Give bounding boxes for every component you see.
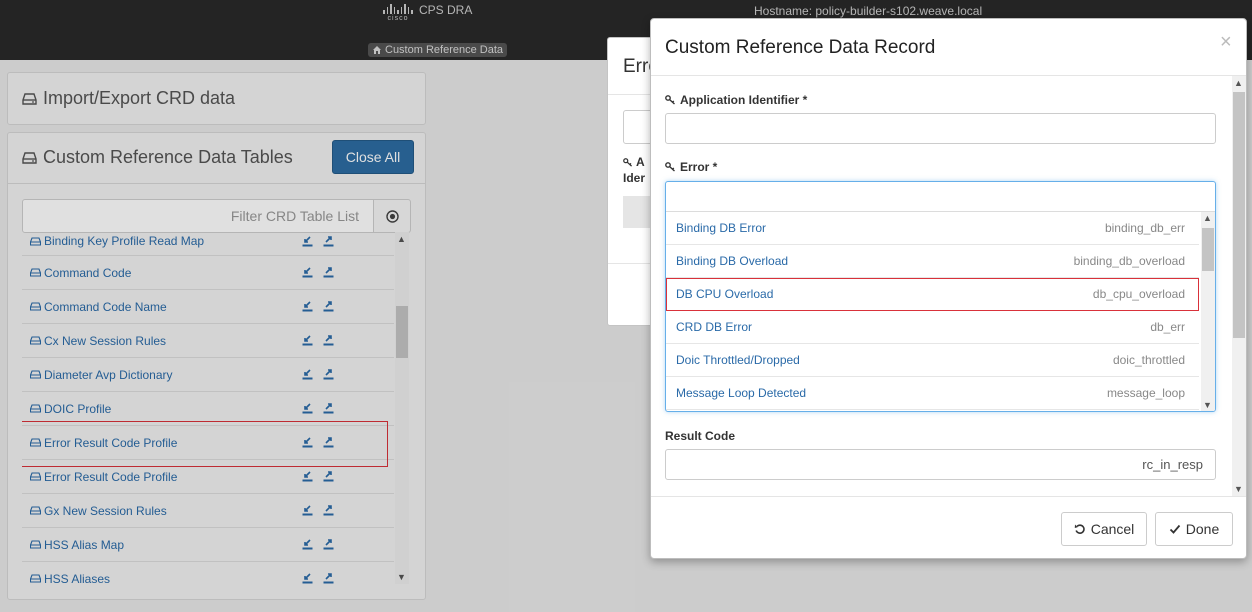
crd-record-modal: Custom Reference Data Record × Applicati… (650, 18, 1247, 559)
cancel-button[interactable]: Cancel (1061, 512, 1147, 546)
checkmark-icon (1169, 524, 1180, 534)
error-options-list: Binding DB Error binding_db_err Binding D… (666, 212, 1199, 410)
dropdown-option-highlighted[interactable]: DB CPU Overload db_cpu_overload (666, 278, 1199, 311)
dropdown-option[interactable]: CRD DB Error db_err (666, 311, 1199, 344)
scroll-up-icon[interactable]: ▲ (1234, 78, 1243, 88)
error-search-input[interactable] (666, 182, 1215, 212)
application-identifier-label: Application Identifier * (665, 93, 807, 107)
application-identifier-input[interactable] (665, 113, 1216, 144)
close-icon[interactable]: × (1220, 31, 1232, 54)
dropdown-option[interactable]: Binding DB Overload binding_db_overload (666, 245, 1199, 278)
cancel-label: Cancel (1090, 521, 1135, 537)
done-button[interactable]: Done (1155, 512, 1233, 546)
scroll-down-icon[interactable]: ▼ (1234, 484, 1243, 494)
done-label: Done (1185, 521, 1220, 537)
result-code-label: Result Code (665, 429, 736, 443)
divider (651, 496, 1246, 497)
scroll-up-icon[interactable]: ▲ (1203, 213, 1212, 223)
modal-scrollbar[interactable]: ▲ ▼ (1232, 76, 1246, 496)
dropdown-option[interactable]: Doic Throttled/Dropped doic_throttled (666, 344, 1199, 377)
key-icon (665, 95, 675, 105)
scrollbar-thumb[interactable] (1202, 228, 1214, 271)
result-code-input[interactable]: rc_in_resp (665, 449, 1216, 480)
modal-body: Application Identifier * Error * Binding… (651, 76, 1246, 496)
undo-icon (1074, 524, 1085, 534)
scroll-down-icon[interactable]: ▼ (1203, 400, 1212, 410)
dropdown-option[interactable]: Message Loop Detected message_loop (666, 377, 1199, 410)
dropdown-scrollbar[interactable]: ▲ ▼ (1201, 212, 1215, 411)
modal-title: Custom Reference Data Record (665, 37, 936, 58)
dropdown-option[interactable]: Binding DB Error binding_db_err (666, 212, 1199, 245)
key-icon (623, 157, 633, 167)
scrollbar-thumb[interactable] (1233, 92, 1245, 338)
error-label: Error * (665, 160, 717, 174)
key-icon (665, 162, 675, 172)
background-modal-column-header: A Ider (623, 155, 646, 185)
error-select-dropdown[interactable]: Binding DB Error binding_db_err Binding D… (665, 181, 1216, 412)
